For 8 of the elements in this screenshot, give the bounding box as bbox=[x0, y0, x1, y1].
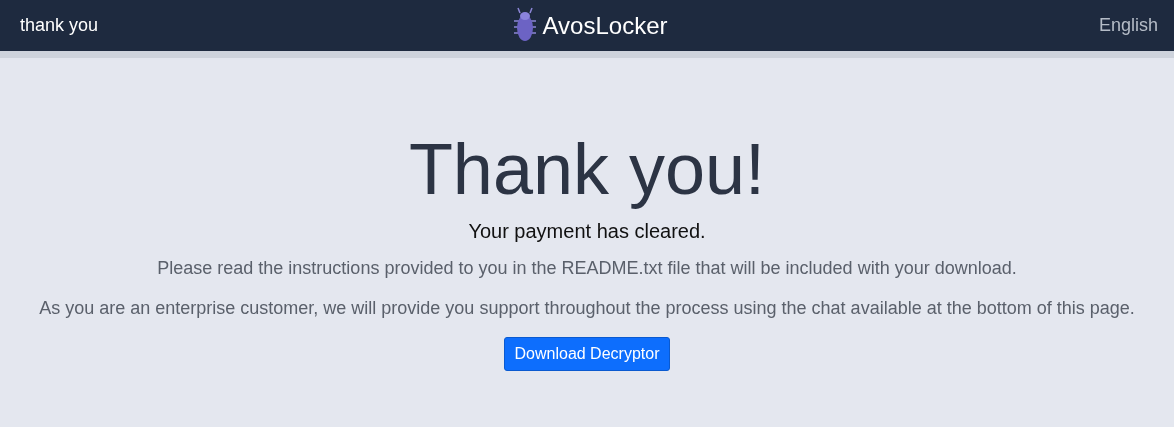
download-button[interactable]: Download Decryptor bbox=[503, 337, 671, 371]
brand-name: AvosLocker bbox=[542, 11, 668, 40]
heading: Thank you! bbox=[408, 128, 766, 210]
page-title: thank you bbox=[20, 15, 100, 36]
instruction-text: As you are an enterprise customer, we will provide you support throughout the process using the chat available at the bottom of this page. bbox=[39, 297, 1135, 320]
instruction-text: Please read the instructions provided to you in the README.txt file that will be included with your download. bbox=[157, 257, 1017, 280]
language-link[interactable]: English bbox=[958, 15, 1158, 36]
payment-status-text: Your payment has cleared. bbox=[468, 220, 706, 243]
